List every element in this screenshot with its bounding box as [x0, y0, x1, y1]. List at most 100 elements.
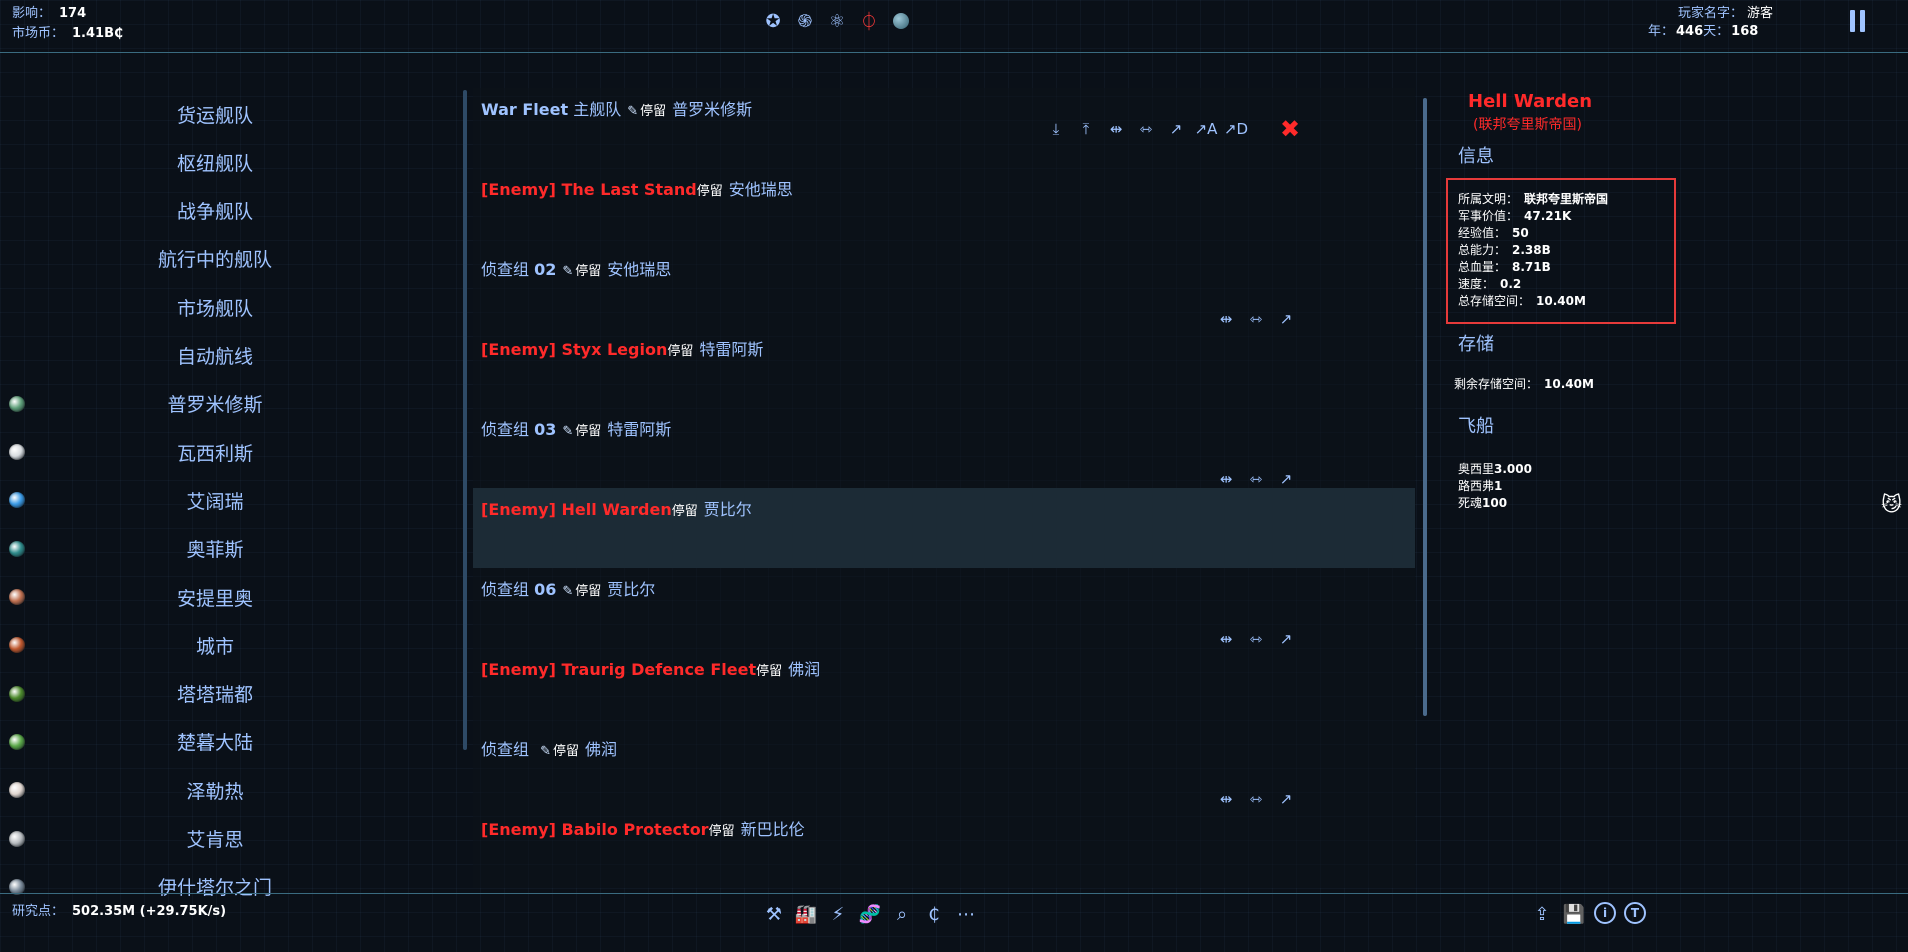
- left-list-item[interactable]: 艾阔瑞: [0, 476, 430, 524]
- left-list-item-label: 枢纽舰队: [176, 152, 253, 175]
- player-name-label: 玩家名字：: [1678, 6, 1744, 21]
- enemy-fleet-row[interactable]: [Enemy] Babilo Protector停留 新巴比伦: [473, 808, 1415, 888]
- merge-fleet-icon[interactable]: ⇹: [1215, 468, 1237, 490]
- left-list-item[interactable]: 城市: [0, 621, 430, 669]
- left-list-item[interactable]: 艾肯思: [0, 815, 430, 863]
- planet-icon[interactable]: [888, 8, 914, 34]
- enemy-fleet-row[interactable]: [Enemy] The Last Stand停留 安他瑞思: [473, 168, 1415, 248]
- move-fleet-icon[interactable]: ↗: [1275, 628, 1297, 650]
- fleet-detail-panel: Hell Warden (联邦夸里斯帝国) 信息 所属文明： 联邦夸里斯帝国 军事价…: [1440, 88, 1740, 511]
- move-fleet-icon[interactable]: ↗: [1275, 468, 1297, 490]
- rename-pencil-icon[interactable]: ✎: [562, 264, 573, 279]
- info-icon[interactable]: i: [1594, 902, 1616, 924]
- own-fleet-row[interactable]: War Fleet 主舰队 ✎ 停留 普罗米修斯 ⤓ ⤒ ⇹ ⇿ ↗ ↗A ↗D ✖: [473, 88, 1415, 168]
- enemy-fleet-row[interactable]: [Enemy] Traurig Defence Fleet停留 佛润: [473, 648, 1415, 728]
- fleet-title: [Enemy] Hell Warden停留 贾比尔: [481, 496, 752, 520]
- left-list-item[interactable]: 枢纽舰队: [0, 138, 430, 186]
- split-fleet-icon[interactable]: ⇿: [1135, 118, 1157, 140]
- left-list-item[interactable]: 自动航线: [0, 332, 430, 380]
- fleet-title: War Fleet 主舰队 ✎ 停留 普罗米修斯: [481, 96, 752, 120]
- left-list-item[interactable]: 奥菲斯: [0, 525, 430, 573]
- fleet-list-scrollbar[interactable]: [1423, 98, 1427, 716]
- ship-row: 死魂100: [1458, 494, 1507, 511]
- fleet-name-prefix: 侦查组: [481, 260, 530, 279]
- fleet-location[interactable]: 佛润: [585, 740, 617, 759]
- fleet-actions: ⇹ ⇿ ↗: [1215, 788, 1297, 810]
- pause-button[interactable]: [1850, 10, 1868, 32]
- own-fleet-row[interactable]: 侦查组 06 ✎ 停留 贾比尔 ⇹ ⇿ ↗: [473, 568, 1415, 648]
- faction-icon[interactable]: ⏀: [856, 8, 882, 34]
- fleet-location[interactable]: 佛润: [788, 660, 820, 679]
- left-list-item[interactable]: 战争舰队: [0, 187, 430, 235]
- fleet-location[interactable]: 安他瑞思: [729, 180, 793, 199]
- split-fleet-icon[interactable]: ⇿: [1245, 628, 1267, 650]
- left-scrollbar[interactable]: [463, 90, 467, 750]
- dna-icon[interactable]: 🧬: [858, 902, 882, 926]
- fleet-location[interactable]: 普罗米修斯: [672, 100, 752, 119]
- tools-icon[interactable]: ⚒: [762, 902, 786, 926]
- own-fleet-row[interactable]: 侦查组 ✎ 停留 佛润 ⇹ ⇿ ↗: [473, 728, 1415, 808]
- attack-move-icon[interactable]: ↗A: [1195, 118, 1218, 140]
- merge-fleet-icon[interactable]: ⇹: [1215, 308, 1237, 330]
- left-list-item[interactable]: 市场舰队: [0, 283, 430, 331]
- energy-icon[interactable]: ⚡: [826, 902, 850, 926]
- star-map-icon[interactable]: ✪: [760, 8, 786, 34]
- move-fleet-icon[interactable]: ↗: [1275, 788, 1297, 810]
- info-label: 所属文明：: [1458, 192, 1519, 206]
- merge-fleet-icon[interactable]: ⇹: [1215, 788, 1237, 810]
- fleet-status: 停留: [667, 344, 694, 359]
- currency-icon[interactable]: ₵: [922, 902, 946, 926]
- more-icon[interactable]: ⋯: [954, 902, 978, 926]
- import-icon[interactable]: ⇪: [1530, 902, 1554, 926]
- search-icon[interactable]: ⌕: [890, 902, 914, 926]
- left-list-item[interactable]: 普罗米修斯: [0, 380, 430, 428]
- left-list-item[interactable]: 瓦西利斯: [0, 428, 430, 476]
- fleet-suffix: 主舰队: [573, 100, 622, 119]
- defend-move-icon[interactable]: ↗D: [1224, 118, 1248, 140]
- info-value: 0.2: [1500, 277, 1522, 291]
- fleet-location[interactable]: 贾比尔: [704, 500, 752, 519]
- rename-pencil-icon[interactable]: ✎: [562, 424, 573, 439]
- rename-pencil-icon[interactable]: ✎: [540, 744, 551, 759]
- left-list-item[interactable]: 安提里奥: [0, 573, 430, 621]
- save-icon[interactable]: 💾: [1562, 902, 1586, 926]
- galaxy-icon[interactable]: ֍: [792, 8, 818, 34]
- storage-remaining: 剩余存储空间： 10.40M: [1454, 375, 1594, 392]
- enemy-fleet-row[interactable]: [Enemy] Styx Legion停留 特雷阿斯: [473, 328, 1415, 408]
- split-fleet-icon[interactable]: ⇿: [1245, 468, 1267, 490]
- move-fleet-icon[interactable]: ↗: [1275, 308, 1297, 330]
- rename-pencil-icon[interactable]: ✎: [562, 584, 573, 599]
- fleet-location[interactable]: 安他瑞思: [607, 260, 671, 279]
- enemy-fleet-row[interactable]: [Enemy] Hell Warden停留 贾比尔: [473, 488, 1415, 568]
- fleet-location[interactable]: 新巴比伦: [741, 820, 805, 839]
- fleet-list: War Fleet 主舰队 ✎ 停留 普罗米修斯 ⤓ ⤒ ⇹ ⇿ ↗ ↗A ↗D ✖ [Enemy] T…: [473, 88, 1415, 888]
- atom-icon[interactable]: ⚛: [824, 8, 850, 34]
- fleet-location[interactable]: 特雷阿斯: [699, 340, 763, 359]
- disband-fleet-button[interactable]: ✖: [1279, 115, 1301, 143]
- market-coin-label: 市场币：: [12, 26, 65, 41]
- left-list-item-label: 市场舰队: [176, 297, 253, 320]
- merge-fleet-icon[interactable]: ⇹: [1105, 118, 1127, 140]
- left-list-item[interactable]: 航行中的舰队: [0, 235, 430, 283]
- fleet-location[interactable]: 贾比尔: [607, 580, 655, 599]
- left-list-item[interactable]: 塔塔瑞都: [0, 670, 430, 718]
- research-label: 研究点：: [12, 904, 65, 919]
- merge-fleet-icon[interactable]: ⇹: [1215, 628, 1237, 650]
- tutorial-icon[interactable]: T: [1624, 902, 1646, 924]
- unload-cargo-icon[interactable]: ⤒: [1075, 118, 1097, 140]
- left-list-item[interactable]: 泽勒热: [0, 766, 430, 814]
- own-fleet-row[interactable]: 侦查组 03 ✎ 停留 特雷阿斯 ⇹ ⇿ ↗: [473, 408, 1415, 488]
- left-list-item[interactable]: 楚暮大陆: [0, 718, 430, 766]
- top-bar: 影响： 174 市场币： 1.41B₵ ✪ ֍ ⚛ ⏀ 玩家名字： 游客 年： 446天…: [0, 0, 1908, 53]
- split-fleet-icon[interactable]: ⇿: [1245, 308, 1267, 330]
- info-label: 总血量：: [1458, 260, 1507, 274]
- fleet-location[interactable]: 特雷阿斯: [607, 420, 671, 439]
- move-fleet-icon[interactable]: ↗: [1165, 118, 1187, 140]
- rename-pencil-icon[interactable]: ✎: [627, 104, 638, 119]
- industry-icon[interactable]: 🏭: [794, 902, 818, 926]
- cat-helper-icon[interactable]: 😼: [1881, 492, 1902, 516]
- load-cargo-icon[interactable]: ⤓: [1045, 118, 1067, 140]
- split-fleet-icon[interactable]: ⇿: [1245, 788, 1267, 810]
- left-list-item[interactable]: 货运舰队: [0, 90, 430, 138]
- own-fleet-row[interactable]: 侦查组 02 ✎ 停留 安他瑞思 ⇹ ⇿ ↗: [473, 248, 1415, 328]
